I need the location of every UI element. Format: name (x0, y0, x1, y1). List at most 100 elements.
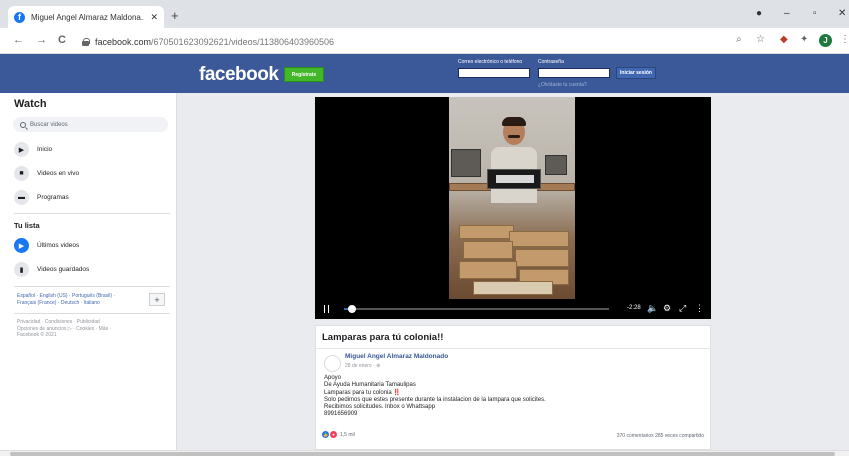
reactions[interactable]: 👍 ♥ 1,5 mil (322, 431, 355, 438)
box (515, 249, 569, 267)
shows-icon: ▬ (14, 190, 29, 205)
chrome-menu-dot-icon[interactable]: ● (756, 8, 762, 19)
reactions-count: 1,5 mil (340, 431, 355, 438)
profile-avatar[interactable]: J (819, 34, 832, 47)
sidebar-item-shows[interactable]: ▬ Programas (14, 190, 69, 205)
chrome-menu-icon[interactable]: ⋮ (840, 34, 849, 45)
post-line: 8991656909 (324, 411, 358, 418)
post-line: Solo pedimos que estes presente durante … (324, 396, 546, 403)
box (459, 261, 517, 279)
email-field[interactable] (458, 68, 530, 78)
back-button[interactable]: ← (13, 34, 24, 46)
footer-copyright: Facebook © 2021 (17, 332, 57, 338)
wall-picture (545, 155, 567, 175)
tab-close-icon[interactable]: ✕ (150, 12, 158, 23)
box (509, 231, 569, 247)
facebook-logo[interactable]: facebook (199, 64, 279, 86)
facebook-favicon-icon: f (14, 11, 25, 23)
sidebar-item-label: Últimos videos (37, 242, 80, 249)
sidebar-item-saved-videos[interactable]: ▮ Videos guardados (14, 262, 89, 277)
divider (14, 213, 170, 214)
divider (14, 313, 170, 314)
facebook-header: facebook Regístrate Correo electrónico o… (0, 54, 849, 93)
sidebar-item-inicio[interactable]: ▶ Inicio (14, 142, 52, 157)
box-stack (459, 225, 569, 297)
browser-tab[interactable]: f Miguel Angel Almaraz Maldona... ✕ (8, 6, 164, 28)
pause-icon[interactable] (324, 305, 329, 313)
video-player[interactable]: -2:28 🔈 ⚙ ⤢ ⋮ (315, 97, 711, 319)
email-label: Correo electrónico o teléfono (458, 59, 523, 65)
post-date[interactable]: 28 de enero · ⊕ (345, 363, 380, 369)
post-line: Lamparas para tu colonia ‼️ (324, 389, 401, 396)
divider (14, 286, 170, 287)
language-list: Español · English (US) · Português (Bras… (17, 293, 142, 307)
horizontal-scrollbar[interactable] (0, 450, 849, 456)
search-input[interactable]: Buscar videos (13, 117, 168, 132)
video-progress-bar[interactable] (344, 305, 609, 313)
author-name-link[interactable]: Miguel Angel Almaraz Maldonado (345, 353, 448, 360)
box (463, 241, 513, 259)
latest-videos-icon: ▶ (14, 238, 29, 253)
login-button[interactable]: Iniciar sesión (616, 67, 656, 79)
author-avatar[interactable] (324, 355, 341, 372)
restore-button[interactable]: ▫ (813, 8, 817, 19)
post-title: Lamparas para tú colonia!! (322, 332, 444, 343)
lamp-product (487, 169, 541, 189)
lock-icon (82, 37, 90, 46)
forgot-account-link[interactable]: ¿Olvidaste tu cuenta? (538, 82, 587, 88)
tab-title: Miguel Angel Almaraz Maldona... (31, 12, 145, 22)
divider (316, 348, 710, 349)
person-figure (487, 115, 541, 225)
live-video-icon: ■ (14, 166, 29, 181)
mustache (508, 135, 520, 138)
more-options-icon[interactable]: ⋮ (695, 303, 704, 314)
search-icon (20, 121, 26, 128)
reload-button[interactable]: C (58, 34, 66, 46)
fullscreen-icon[interactable]: ⤢ (679, 303, 686, 314)
bookmark-icon: ▮ (14, 262, 29, 277)
post-line: De Ayuda Humanitaria Tamaulipas (324, 382, 416, 389)
minimize-button[interactable]: – (784, 8, 790, 19)
zoom-icon[interactable]: ⌕ (736, 34, 742, 45)
like-reaction-icon: 👍 (322, 431, 329, 438)
browser-toolbar: ← → C facebook.com/670501623092621/video… (0, 28, 849, 54)
forward-button[interactable]: → (36, 34, 47, 46)
post-line: Recibimos solicitudes. Inbox o Whattsapp (324, 404, 436, 411)
search-placeholder: Buscar videos (30, 121, 68, 128)
box (459, 225, 514, 239)
footer-links: Privacidad · Condiciones · Publicidad · … (17, 319, 147, 339)
password-label: Contraseña (538, 59, 564, 65)
your-list-title: Tu lista (14, 221, 40, 230)
address-bar[interactable]: facebook.com/670501623092621/videos/1138… (82, 33, 772, 50)
comments-shares-count[interactable]: 370 comentarios 285 veces compartido (617, 433, 704, 439)
register-button[interactable]: Regístrate (284, 67, 324, 82)
box (473, 281, 553, 295)
sidebar-item-live[interactable]: ■ Videos en vivo (14, 166, 79, 181)
hair (502, 117, 526, 126)
bookmark-star-icon[interactable]: ☆ (756, 34, 765, 45)
extension-icon[interactable]: ◆ (780, 34, 788, 45)
language-links[interactable]: Español · English (US) · Português (Bras… (17, 293, 142, 300)
language-links[interactable]: Français (France) · Deutsch · Italiano (17, 300, 142, 307)
sidebar-item-latest-videos[interactable]: ▶ Últimos videos (14, 238, 79, 253)
extensions-puzzle-icon[interactable]: ✦ (800, 34, 808, 45)
url-text: facebook.com/670501623092621/videos/1138… (95, 36, 335, 47)
volume-icon[interactable]: 🔈 (647, 303, 658, 314)
scrollbar-thumb[interactable] (10, 452, 835, 456)
close-window-button[interactable]: ✕ (838, 8, 846, 19)
password-field[interactable] (538, 68, 610, 78)
sidebar-item-label: Videos guardados (37, 266, 90, 273)
video-post: Lamparas para tú colonia!! Miguel Angel … (315, 325, 711, 450)
settings-gear-icon[interactable]: ⚙ (663, 303, 671, 314)
more-languages-button[interactable]: + (149, 293, 165, 306)
post-line: Apoyo (324, 375, 342, 381)
sidebar-item-label: Inicio (37, 146, 53, 153)
video-scrubber-handle[interactable] (347, 305, 356, 313)
video-controls: -2:28 🔈 ⚙ ⤢ ⋮ (315, 299, 711, 319)
play-icon: ▶ (14, 142, 29, 157)
sidebar-item-label: Videos en vivo (37, 170, 80, 177)
post-body: Apoyo De Ayuda Humanitaria Tamaulipas La… (324, 375, 704, 419)
new-tab-button[interactable]: + (171, 8, 179, 23)
watch-sidebar: Watch Buscar videos ▶ Inicio ■ Videos en… (0, 93, 177, 450)
sidebar-item-label: Programas (37, 194, 69, 201)
